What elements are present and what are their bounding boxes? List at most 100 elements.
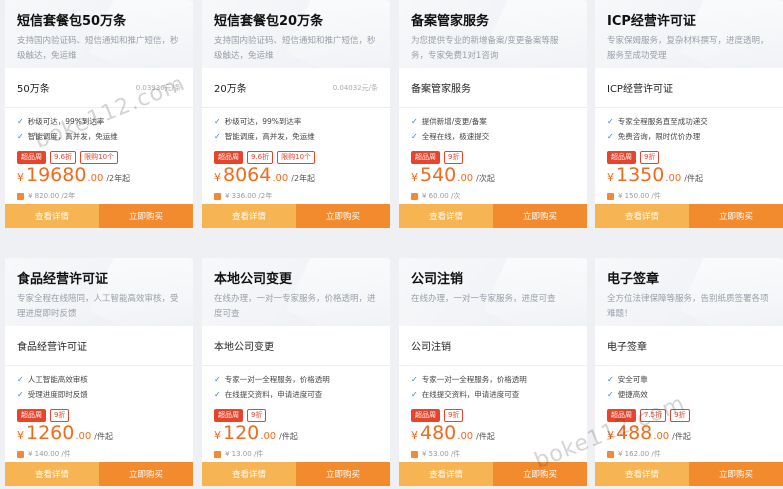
card-description: 全方位法律保障等服务，告别纸质签署各项难题！ (607, 294, 769, 319)
coupon-icon (607, 450, 614, 458)
check-icon: ✓ (411, 132, 418, 141)
feature-item: ✓ 智能调度，高并发，免运维 (17, 132, 118, 141)
feature-item: ✓ 专家全程服务直至成功递交 (607, 117, 708, 126)
spec-name: 20万条 (214, 84, 247, 95)
check-icon: ✓ (17, 117, 24, 126)
product-card[interactable]: ICP经营许可证 专家保姆服务，复杂材料撰写，进度透明，服务至成功受理 ICP经… (595, 0, 783, 228)
promo-tag: 超品周 (411, 408, 440, 422)
view-details-button[interactable]: 查看详情 (595, 204, 689, 228)
product-card[interactable]: 公司注销 在线办理，一对一专家服务，进度可查 公司注销 ✓ 专家一对一全程服务，价… (399, 258, 587, 486)
view-details-button[interactable]: 查看详情 (595, 462, 689, 486)
price: ¥ 120 .00 /件起 (214, 422, 298, 444)
check-icon: ✓ (607, 132, 614, 141)
product-card[interactable]: 电子签章 全方位法律保障等服务，告别纸质签署各项难题！ 电子签章 ✓ 安全可靠 ✓ 便… (595, 258, 783, 486)
card-header: ICP经营许可证 专家保姆服务，复杂材料撰写，进度透明，服务至成功受理 (595, 0, 783, 68)
view-details-button[interactable]: 查看详情 (399, 462, 493, 486)
view-details-button[interactable]: 查看详情 (202, 204, 296, 228)
feature-item: ✓ 在线提交资料，申请进度可查 (214, 390, 323, 399)
feature-item: ✓ 在线提交资料，申请进度可查 (411, 390, 520, 399)
original-price: ¥ 140.00 /件 (5, 446, 193, 462)
card-description: 在线办理，一对一专家服务，价格透明，进度可查 (214, 294, 376, 319)
spec-name: ICP经营许可证 (607, 84, 673, 95)
view-details-button[interactable]: 查看详情 (5, 462, 99, 486)
promo-tag: 9折 (670, 408, 690, 422)
feature-item: ✓ 免费咨询，限时优价办理 (607, 132, 701, 141)
card-title: 本地公司变更 (214, 272, 293, 287)
product-grid: 短信套餐包50万条 支持国内验证码、短信通知和推广短信，秒级触达，免运维 50万… (0, 0, 783, 489)
tag-row: 超品周 9折 (399, 150, 587, 164)
price-unit: /件起 (279, 432, 298, 441)
product-card[interactable]: 短信套餐包20万条 支持国内验证码、短信通知和推广短信，秒级触达，免运维 20万… (202, 0, 390, 228)
product-card[interactable]: 食品经营许可证 专家全程在线陪同，人工智能高效审核，受理进度即时反馈 食品经营许… (5, 258, 193, 486)
view-details-button[interactable]: 查看详情 (399, 204, 493, 228)
feature-list: ✓ 专家一对一全程服务，价格透明 ✓ 在线提交资料，申请进度可查 (399, 366, 587, 408)
tag-row: 超品周 9.6折 限购10个 (5, 150, 193, 164)
promo-tag: 限购10个 (277, 150, 316, 164)
card-description: 专家保姆服务，复杂材料撰写，进度透明，服务至成功受理 (607, 36, 769, 61)
promo-tag: 9.6折 (247, 150, 274, 164)
coupon-icon (607, 192, 614, 200)
price-value: 120 (223, 422, 260, 444)
original-price: ¥ 336.00 /2年 (202, 188, 390, 204)
buy-now-button[interactable]: 立即购买 (493, 462, 587, 486)
card-header: 本地公司变更 在线办理，一对一专家服务，价格透明，进度可查 (202, 258, 390, 326)
spec-name: 备案管家服务 (411, 84, 471, 95)
price-value: 540 (420, 164, 457, 186)
check-icon: ✓ (607, 117, 614, 126)
buy-now-button[interactable]: 立即购买 (99, 462, 193, 486)
buy-now-button[interactable]: 立即购买 (689, 462, 783, 486)
spec-name: 公司注销 (411, 342, 451, 353)
feature-list: ✓ 安全可靠 ✓ 便捷高效 (595, 366, 783, 408)
promo-tag: 7.5折 (640, 408, 667, 422)
card-header: 公司注销 在线办理，一对一专家服务，进度可查 (399, 258, 587, 326)
buy-now-button[interactable]: 立即购买 (296, 462, 390, 486)
product-card[interactable]: 短信套餐包50万条 支持国内验证码、短信通知和推广短信，秒级触达，免运维 50万… (5, 0, 193, 228)
original-price: ¥ 820.00 /2年 (5, 188, 193, 204)
action-buttons: 查看详情 立即购买 (399, 204, 587, 228)
price-unit: /件起 (476, 432, 495, 441)
promo-tag: 超品周 (607, 408, 636, 422)
promo-tag: 超品周 (214, 408, 243, 422)
buy-now-button[interactable]: 立即购买 (689, 204, 783, 228)
tag-row: 超品周 9折 (5, 408, 193, 422)
price-value: 1260 (26, 422, 75, 444)
card-description: 支持国内验证码、短信通知和推广短信，秒级触达，免运维 (17, 36, 179, 61)
feature-item: ✓ 人工智能高效审核 (17, 375, 88, 384)
tag-row: 超品周 9折 (595, 150, 783, 164)
product-card[interactable]: 备案管家服务 为您提供专业的新增备案/变更备案等服务，专家免费1对1咨询 备案管… (399, 0, 587, 228)
buy-now-button[interactable]: 立即购买 (296, 204, 390, 228)
promo-tag: 超品周 (607, 150, 636, 164)
card-description: 为您提供专业的新增备案/变更备案等服务，专家免费1对1咨询 (411, 36, 559, 61)
promo-tag: 9折 (50, 408, 70, 422)
check-icon: ✓ (17, 375, 24, 384)
card-title: ICP经营许可证 (607, 14, 696, 29)
promo-tag: 9折 (444, 408, 464, 422)
view-details-button[interactable]: 查看详情 (202, 462, 296, 486)
feature-list: ✓ 专家全程服务直至成功递交 ✓ 免费咨询，限时优价办理 (595, 108, 783, 150)
price-unit: /2年起 (291, 174, 316, 183)
price-value: 19680 (26, 164, 87, 186)
card-title: 公司注销 (411, 272, 464, 287)
price-unit: /件起 (94, 432, 113, 441)
tag-row: 超品周 9.6折 限购10个 (202, 150, 390, 164)
action-buttons: 查看详情 立即购买 (399, 462, 587, 486)
check-icon: ✓ (411, 390, 418, 399)
price-unit: /件起 (684, 174, 703, 183)
buy-now-button[interactable]: 立即购买 (493, 204, 587, 228)
view-details-button[interactable]: 查看详情 (5, 204, 99, 228)
check-icon: ✓ (607, 375, 614, 384)
buy-now-button[interactable]: 立即购买 (99, 204, 193, 228)
feature-item: ✓ 秒级可达，99%到达率 (17, 117, 105, 126)
price: ¥ 488 .00 /件起 (607, 422, 691, 444)
coupon-icon (411, 450, 418, 458)
coupon-icon (17, 450, 24, 458)
action-buttons: 查看详情 立即购买 (5, 462, 193, 486)
check-icon: ✓ (214, 132, 221, 141)
feature-list: ✓ 秒级可达，99%到达率 ✓ 智能调度，高并发，免运维 (202, 108, 390, 150)
feature-item: ✓ 安全可靠 (607, 375, 648, 384)
product-card[interactable]: 本地公司变更 在线办理，一对一专家服务，价格透明，进度可查 本地公司变更 ✓ 专家… (202, 258, 390, 486)
promo-tag: 9折 (640, 150, 660, 164)
feature-item: ✓ 全程在线，极速提交 (411, 132, 490, 141)
price: ¥ 480 .00 /件起 (411, 422, 495, 444)
check-icon: ✓ (214, 117, 221, 126)
